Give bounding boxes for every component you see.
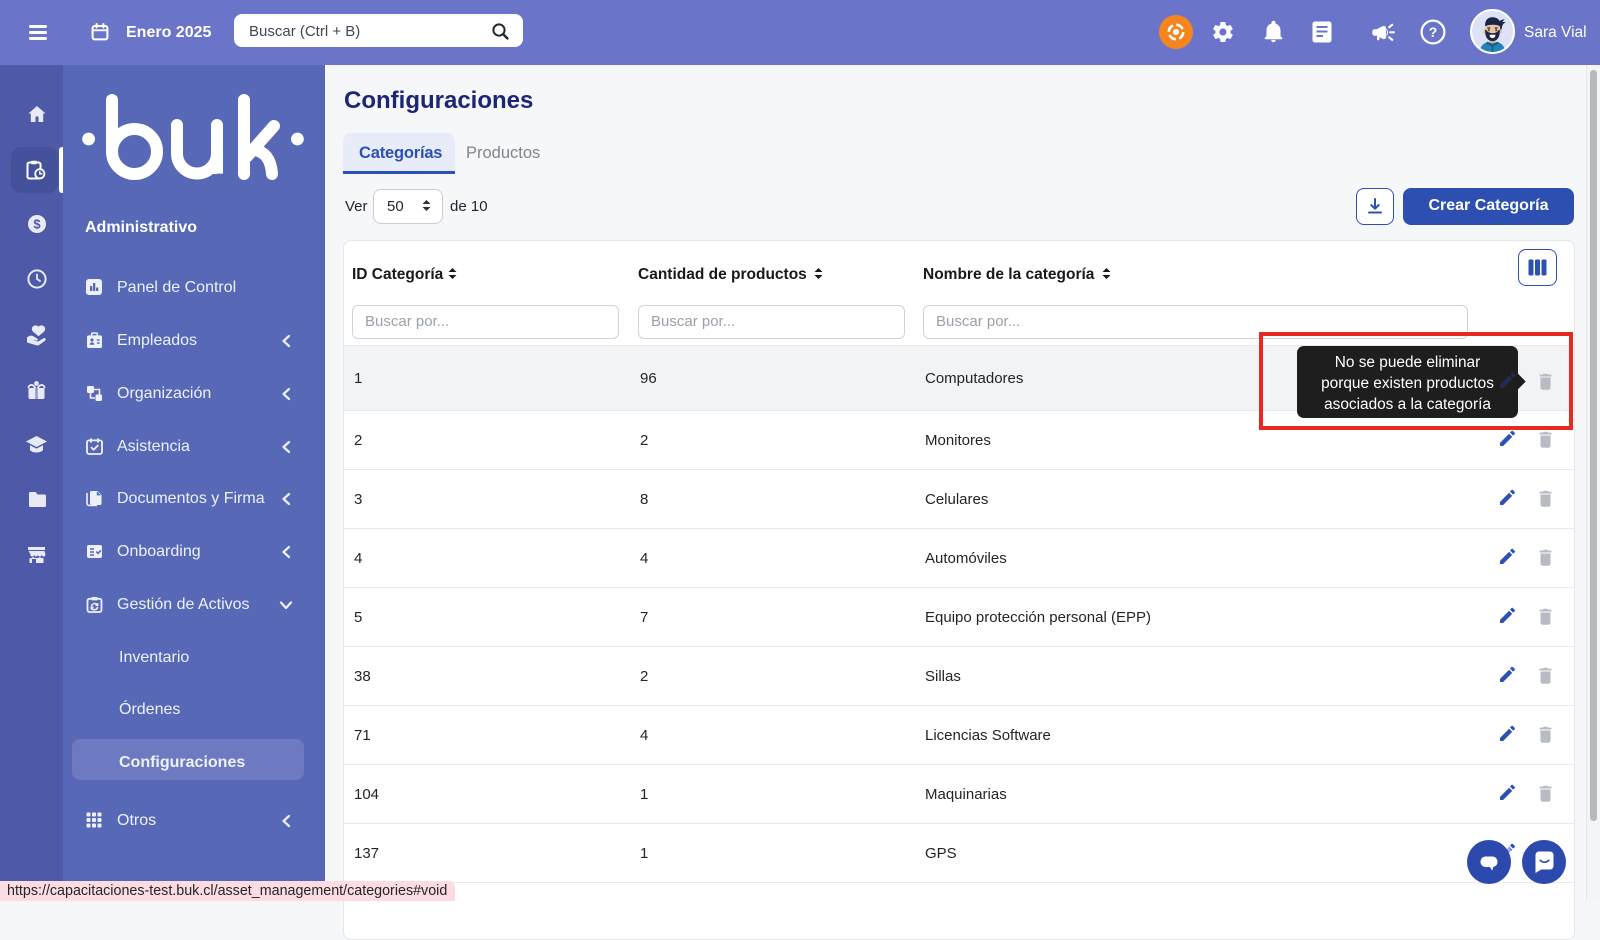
svg-text:$: $ [33,217,41,232]
svg-text:?: ? [1429,24,1438,40]
